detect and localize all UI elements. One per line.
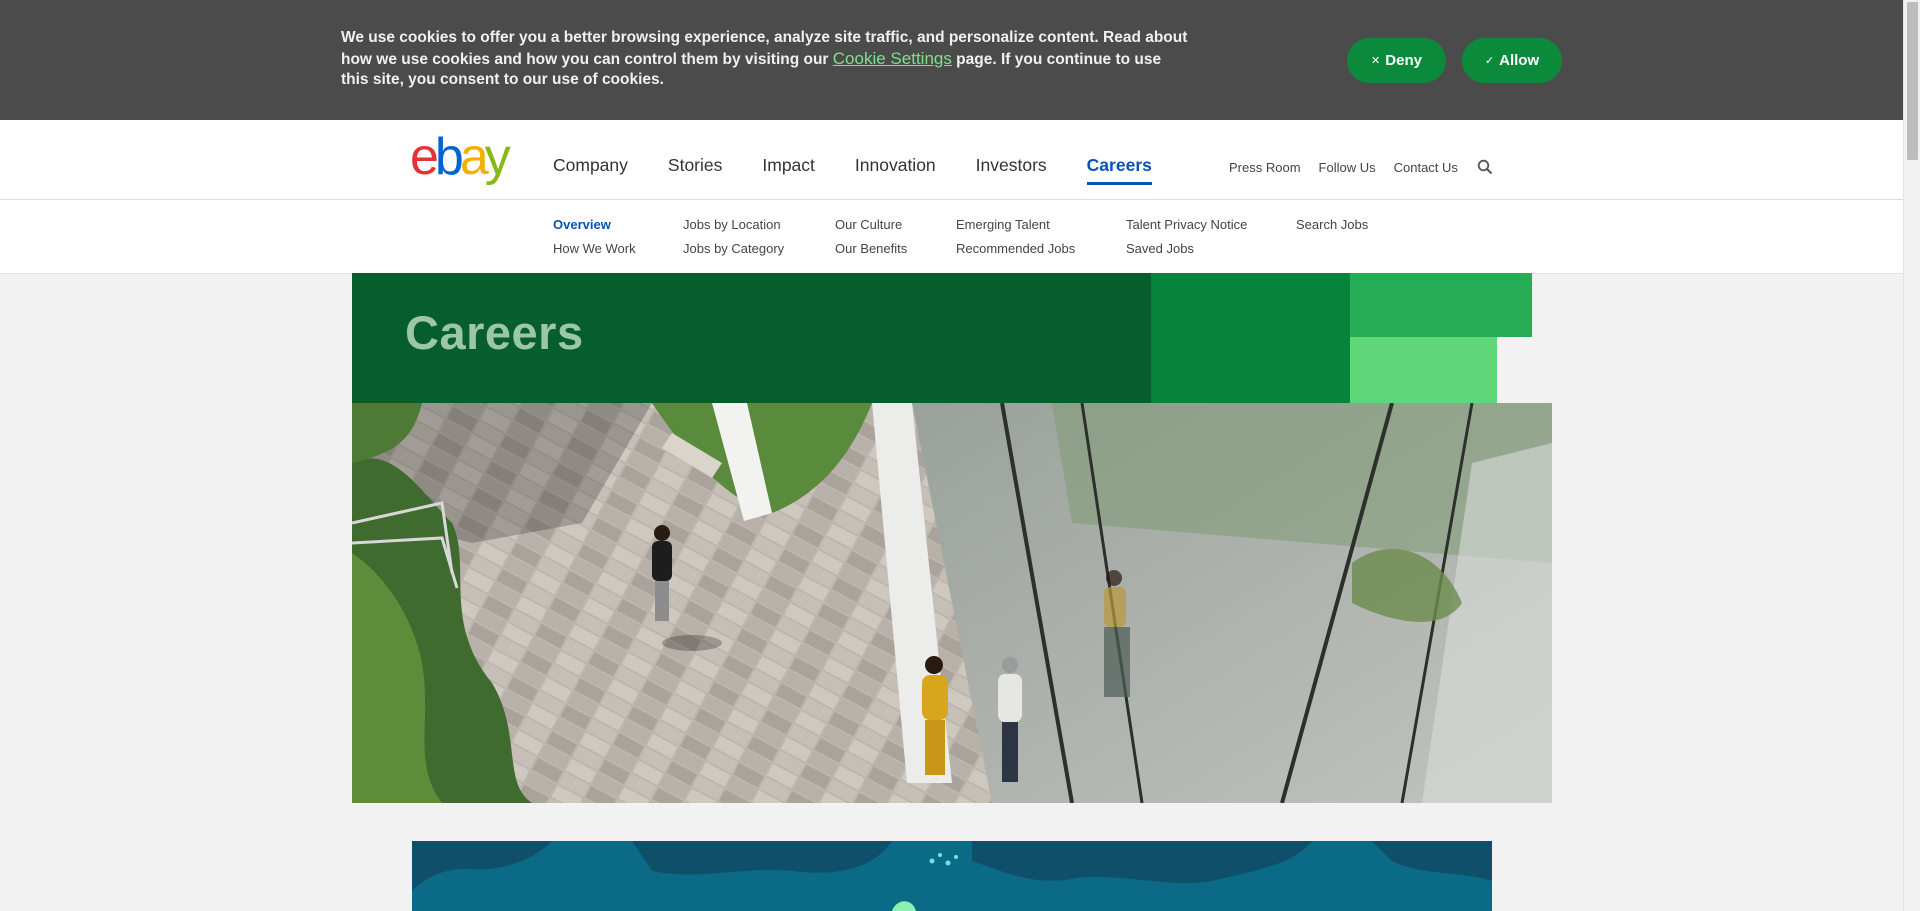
- subnav-our-culture[interactable]: Our Culture: [835, 217, 902, 232]
- careers-subnav: Overview How We Work Jobs by Location Jo…: [0, 200, 1903, 274]
- subnav-overview[interactable]: Overview: [553, 217, 611, 232]
- subnav-saved-jobs[interactable]: Saved Jobs: [1126, 241, 1194, 256]
- nav-item-company[interactable]: Company: [553, 155, 628, 185]
- cookie-banner: We use cookies to offer you a better bro…: [0, 0, 1903, 120]
- subnav-how-we-work[interactable]: How We Work: [553, 241, 636, 256]
- logo-letter-a: a: [459, 128, 489, 186]
- decorative-block: [1151, 273, 1350, 403]
- follow-us-link[interactable]: Follow Us: [1319, 160, 1376, 175]
- hero-image: [352, 403, 1552, 803]
- subnav-jobs-by-category[interactable]: Jobs by Category: [683, 241, 784, 256]
- deny-label: Deny: [1385, 52, 1422, 69]
- nav-item-impact[interactable]: Impact: [762, 155, 815, 185]
- press-room-link[interactable]: Press Room: [1229, 160, 1301, 175]
- subnav-recommended-jobs[interactable]: Recommended Jobs: [956, 241, 1075, 256]
- subnav-talent-privacy-notice[interactable]: Talent Privacy Notice: [1126, 217, 1247, 232]
- logo-letter-b: b: [434, 128, 464, 186]
- allow-button[interactable]: ✓ Allow: [1462, 38, 1562, 83]
- nav-item-investors[interactable]: Investors: [976, 155, 1047, 185]
- utility-nav: Press Room Follow Us Contact Us: [1229, 159, 1493, 175]
- logo-letter-y: y: [484, 128, 511, 186]
- nav-item-careers[interactable]: Careers: [1086, 155, 1152, 185]
- contact-us-link[interactable]: Contact Us: [1394, 160, 1458, 175]
- subnav-jobs-by-location[interactable]: Jobs by Location: [683, 217, 781, 232]
- map-graphic: [412, 841, 1492, 911]
- decorative-block: [1350, 273, 1532, 337]
- logo-letter-e: e: [410, 128, 439, 186]
- scrollbar-thumb[interactable]: [1907, 2, 1918, 160]
- close-icon: ✕: [1371, 55, 1381, 67]
- page-title: Careers: [405, 306, 584, 359]
- nav-item-innovation[interactable]: Innovation: [855, 155, 936, 185]
- checkmark-icon: ✓: [1484, 55, 1495, 67]
- decorative-block: [1350, 337, 1497, 403]
- cookie-settings-link[interactable]: Cookie Settings: [833, 49, 952, 68]
- ebay-logo[interactable]: ebay: [410, 131, 515, 183]
- site-header: ebay Company Stories Impact Innovation I…: [0, 120, 1903, 200]
- allow-label: Allow: [1499, 52, 1540, 69]
- nav-item-stories[interactable]: Stories: [668, 155, 722, 185]
- search-icon[interactable]: [1477, 159, 1493, 175]
- deny-button[interactable]: ✕ Deny: [1347, 38, 1446, 83]
- main-nav: Company Stories Impact Innovation Invest…: [553, 155, 1192, 185]
- subnav-search-jobs[interactable]: Search Jobs: [1296, 217, 1368, 232]
- subnav-emerging-talent[interactable]: Emerging Talent: [956, 217, 1050, 232]
- cookie-message: We use cookies to offer you a better bro…: [341, 28, 1191, 91]
- page-scrollbar[interactable]: [1903, 0, 1920, 911]
- subnav-our-benefits[interactable]: Our Benefits: [835, 241, 907, 256]
